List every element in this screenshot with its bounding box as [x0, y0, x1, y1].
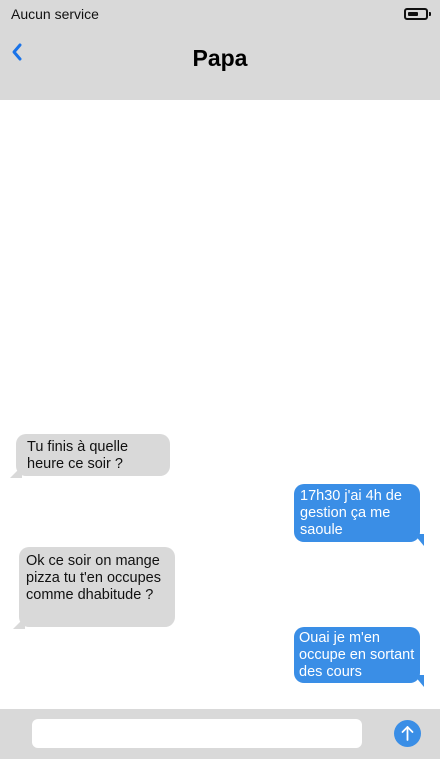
navigation-bar: Aucun service Papa [0, 0, 440, 100]
message-sent: Ouai je m'en occupe en sortant des cours [294, 627, 424, 687]
send-button[interactable] [394, 720, 421, 747]
message-input[interactable] [32, 719, 362, 748]
battery-level [408, 12, 418, 16]
message-thread[interactable]: Tu finis à quelle heure ce soir ? 17h30 … [0, 100, 440, 709]
arrow-up-icon [401, 726, 414, 741]
message-received: Ok ce soir on mange pizza tu t'en occupe… [13, 547, 175, 629]
message-sent: 17h30 j'ai 4h de gestion ça me saoule [294, 484, 424, 546]
message-received: Tu finis à quelle heure ce soir ? [10, 434, 170, 478]
message-composer [0, 709, 440, 759]
carrier-label: Aucun service [11, 6, 99, 22]
battery-icon [404, 8, 431, 20]
contact-name: Papa [192, 45, 248, 71]
